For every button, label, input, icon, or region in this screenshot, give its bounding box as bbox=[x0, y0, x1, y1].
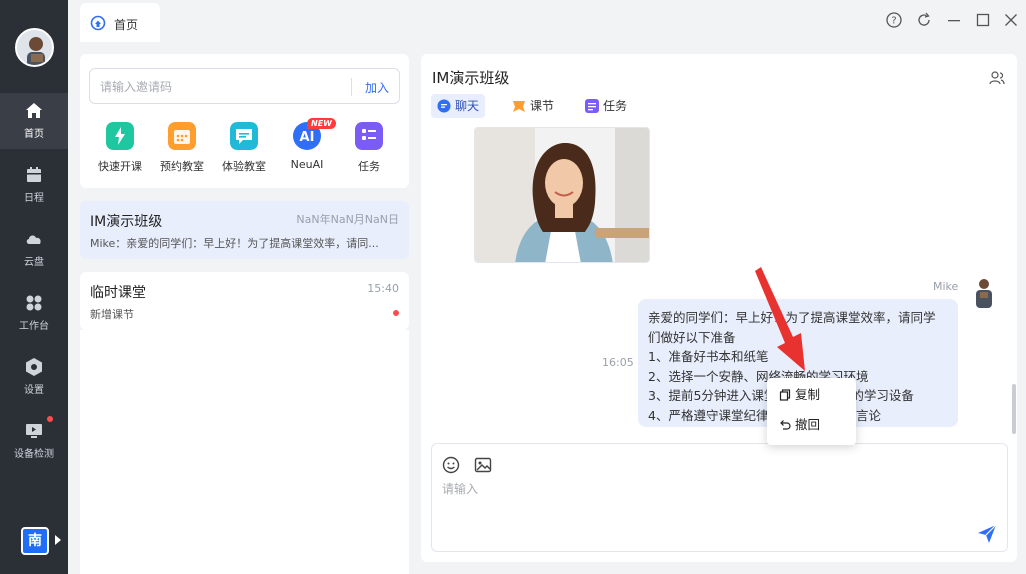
copy-menu-item[interactable]: 复制 bbox=[767, 380, 856, 410]
message-line: 1、准备好书本和纸笔 bbox=[648, 349, 769, 364]
send-icon[interactable] bbox=[977, 524, 997, 544]
sidebar-item-settings[interactable]: 设置 bbox=[0, 349, 68, 405]
close-icon[interactable] bbox=[1002, 11, 1020, 29]
task-icon bbox=[585, 99, 599, 113]
sidebar: 首页 日程 云盘 工作台 设置 设备检测 南 bbox=[0, 0, 68, 574]
quick-action-label: 预约教室 bbox=[160, 160, 204, 173]
home-icon bbox=[26, 103, 42, 118]
quick-action-label: 快速开课 bbox=[98, 160, 142, 173]
quick-action-quick-class[interactable]: 快速开课 bbox=[88, 122, 152, 174]
calendar-icon bbox=[168, 122, 196, 150]
message-composer bbox=[431, 443, 1008, 552]
tab-chat-label: 聊天 bbox=[455, 99, 480, 113]
message-time: 16:05 bbox=[602, 356, 634, 369]
recall-label: 撤回 bbox=[795, 417, 821, 432]
tab-tasks[interactable]: 任务 bbox=[579, 94, 633, 118]
members-icon[interactable] bbox=[989, 70, 1005, 86]
message-line: 亲爱的同学们：早上好！为了提高课堂效率，请同学 bbox=[648, 310, 936, 325]
chat-scrollbar[interactable] bbox=[1012, 384, 1016, 434]
sidebar-item-home[interactable]: 首页 bbox=[0, 93, 68, 149]
copy-icon bbox=[779, 389, 791, 401]
quick-action-neuai[interactable]: AI NeuAI bbox=[275, 122, 339, 171]
undo-icon bbox=[780, 420, 791, 430]
chat-title: IM演示班级 bbox=[432, 69, 510, 87]
help-icon[interactable]: ? bbox=[885, 11, 903, 29]
conversation-list-empty-area bbox=[80, 330, 409, 574]
top-bar: 首页 ? bbox=[68, 0, 1026, 42]
invite-code-input[interactable] bbox=[100, 77, 340, 97]
maximize-icon[interactable] bbox=[974, 11, 992, 29]
sidebar-item-label: 设备检测 bbox=[14, 449, 54, 460]
user-avatar[interactable] bbox=[15, 28, 54, 67]
join-button[interactable]: 加入 bbox=[365, 79, 389, 96]
sidebar-item-workbench[interactable]: 工作台 bbox=[0, 285, 68, 341]
sidebar-item-device-check[interactable]: 设备检测 bbox=[0, 413, 68, 469]
monitor-icon bbox=[26, 424, 42, 438]
quick-action-label: 体验教室 bbox=[222, 160, 266, 173]
message-input[interactable] bbox=[442, 480, 962, 530]
conversation-time: 15:40 bbox=[367, 282, 399, 295]
quick-class-icon bbox=[106, 122, 134, 150]
tab-tasks-label: 任务 bbox=[603, 99, 628, 113]
conversation-preview: 新增课节 bbox=[90, 308, 134, 321]
quick-action-label: 任务 bbox=[358, 160, 380, 173]
tab-lessons[interactable]: 课节 bbox=[506, 94, 560, 118]
conversation-preview: Mike：亲爱的同学们：早上好！为了提高课堂效率，请同... bbox=[90, 237, 379, 250]
lesson-icon bbox=[513, 101, 525, 112]
sender-avatar[interactable] bbox=[973, 276, 995, 310]
calendar-icon bbox=[27, 167, 41, 182]
user-switch-button[interactable]: 南 bbox=[21, 527, 49, 555]
conversation-time: NaN年NaN月NaN日 bbox=[296, 213, 399, 226]
quick-action-tasks[interactable]: 任务 bbox=[337, 122, 401, 174]
image-icon[interactable] bbox=[474, 456, 492, 474]
svg-text:AI: AI bbox=[300, 130, 315, 145]
context-menu: 复制 撤回 bbox=[767, 378, 856, 445]
emoji-icon[interactable] bbox=[442, 456, 460, 474]
conversation-item[interactable]: IM演示班级 NaN年NaN月NaN日 Mike：亲爱的同学们：早上好！为了提高… bbox=[80, 201, 409, 259]
sidebar-item-label: 设置 bbox=[24, 385, 44, 396]
svg-text:?: ? bbox=[891, 16, 896, 27]
tab-chat[interactable]: 聊天 bbox=[431, 94, 486, 118]
image-message[interactable] bbox=[474, 127, 650, 263]
cloud-icon bbox=[26, 235, 41, 244]
sidebar-item-schedule[interactable]: 日程 bbox=[0, 157, 68, 213]
minimize-icon[interactable] bbox=[945, 11, 963, 29]
chat-icon bbox=[437, 99, 451, 113]
caret-right-icon[interactable] bbox=[55, 535, 61, 545]
notification-dot bbox=[47, 416, 53, 422]
copy-label: 复制 bbox=[795, 387, 821, 402]
recall-menu-item[interactable]: 撤回 bbox=[767, 410, 856, 440]
sidebar-item-cloud[interactable]: 云盘 bbox=[0, 221, 68, 277]
quick-action-book-classroom[interactable]: 预约教室 bbox=[150, 122, 214, 174]
sidebar-item-label: 日程 bbox=[24, 193, 44, 204]
chat-panel: IM演示班级 聊天 课节 任务 Mike 16:05 亲爱的同学们：早上好！为了… bbox=[421, 54, 1017, 562]
home-tab-icon bbox=[90, 15, 106, 31]
unread-dot bbox=[393, 310, 399, 316]
tab-home-label: 首页 bbox=[114, 18, 139, 32]
message-line: 们做好以下准备 bbox=[648, 329, 736, 345]
chat-bubble-icon bbox=[230, 122, 258, 150]
tab-lessons-label: 课节 bbox=[530, 99, 555, 113]
conversation-name: IM演示班级 bbox=[90, 214, 163, 230]
tab-home[interactable]: 首页 bbox=[80, 3, 160, 42]
divider bbox=[351, 78, 352, 96]
conversation-item[interactable]: 临时课堂 15:40 新增课节 bbox=[80, 272, 409, 330]
sidebar-item-label: 首页 bbox=[24, 129, 44, 140]
apps-icon bbox=[26, 295, 42, 311]
refresh-icon[interactable] bbox=[915, 11, 933, 29]
conversation-name: 临时课堂 bbox=[90, 285, 146, 301]
task-list-icon bbox=[355, 122, 383, 150]
quick-action-label: NeuAI bbox=[290, 158, 324, 171]
home-panel: 加入 快速开课 预约教室 体验教室 AI NeuAI NEW 任务 bbox=[80, 54, 409, 188]
sidebar-item-label: 云盘 bbox=[24, 257, 44, 268]
invite-box: 加入 bbox=[89, 68, 400, 104]
new-badge: NEW bbox=[307, 118, 336, 129]
settings-icon bbox=[26, 358, 42, 376]
quick-action-trial-classroom[interactable]: 体验教室 bbox=[212, 122, 276, 174]
message-sender: Mike bbox=[933, 280, 959, 293]
sidebar-item-label: 工作台 bbox=[19, 321, 49, 332]
